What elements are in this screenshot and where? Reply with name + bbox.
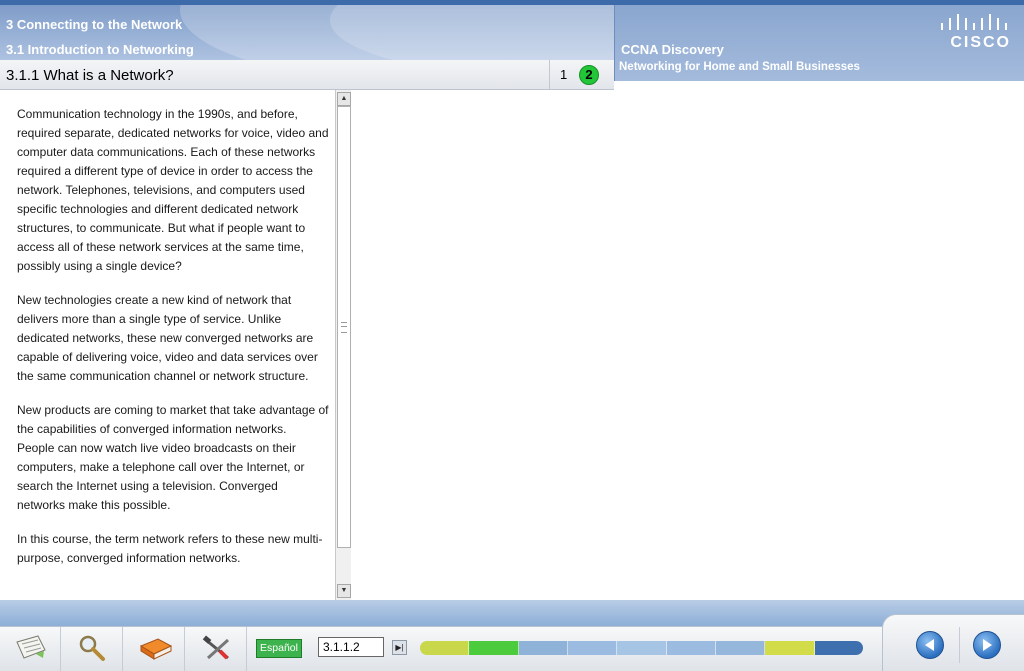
- brand-header: CISCO CCNA Discovery Networking for Home…: [614, 5, 1024, 81]
- nav-divider: [959, 627, 960, 663]
- arrow-left-icon: [925, 639, 934, 651]
- page-title-bar: 3.1.1 What is a Network? 1 2: [0, 60, 614, 90]
- language-button[interactable]: Español: [256, 639, 302, 658]
- search-icon: [79, 635, 105, 661]
- progress-bar[interactable]: [420, 641, 863, 655]
- arrow-right-icon: [983, 639, 992, 651]
- footer-toolbar: Español ▶|: [0, 626, 882, 671]
- section-title: 3.1 Introduction to Networking: [6, 42, 194, 57]
- progress-segment[interactable]: [765, 641, 815, 655]
- progress-segment[interactable]: [715, 641, 766, 655]
- glossary-book-icon: [139, 638, 173, 660]
- glossary-button[interactable]: [124, 627, 185, 671]
- page-number-input[interactable]: [318, 637, 384, 657]
- notes-button[interactable]: [0, 627, 61, 671]
- progress-segment[interactable]: [666, 641, 716, 655]
- previous-page-button[interactable]: [916, 631, 944, 659]
- page-navigation: [882, 614, 1024, 671]
- progress-segment[interactable]: [567, 641, 618, 655]
- course-subtitle: Networking for Home and Small Businesses: [619, 61, 860, 73]
- search-button[interactable]: [62, 627, 123, 671]
- scroll-thumb[interactable]: [337, 106, 351, 548]
- paragraph-2: New technologies create a new kind of ne…: [17, 293, 318, 383]
- paragraph-4: In this course, the term network refers …: [17, 532, 323, 565]
- progress-segment[interactable]: [469, 641, 519, 655]
- paragraph-1: Communication technology in the 1990s, a…: [17, 107, 329, 273]
- paragraph-3: New products are coming to market that t…: [17, 403, 329, 512]
- page-tab-1[interactable]: 1: [560, 67, 567, 82]
- tools-button[interactable]: [186, 627, 247, 671]
- content-panel: Communication technology in the 1990s, a…: [0, 90, 336, 600]
- chapter-title: 3 Connecting to the Network: [6, 17, 183, 32]
- page-tab-2-active[interactable]: 2: [579, 65, 599, 85]
- progress-segment[interactable]: [518, 641, 568, 655]
- next-page-button[interactable]: [973, 631, 1001, 659]
- page-title: 3.1.1 What is a Network?: [6, 67, 174, 84]
- grip-icon: [341, 322, 347, 333]
- course-header: 3 Connecting to the Network 3.1 Introduc…: [0, 5, 614, 60]
- progress-segment[interactable]: [617, 641, 667, 655]
- notes-icon: [16, 635, 46, 659]
- tools-icon: [202, 635, 230, 660]
- go-to-page-icon[interactable]: ▶|: [392, 640, 407, 655]
- progress-segment[interactable]: [814, 641, 863, 655]
- page-tabs: 1 2: [549, 60, 615, 89]
- content-scrollbar[interactable]: ▲ ▼: [335, 90, 351, 600]
- footer: Español ▶|: [0, 600, 1024, 671]
- progress-segment[interactable]: [420, 641, 470, 655]
- scroll-down-arrow-icon[interactable]: ▼: [337, 584, 351, 598]
- scroll-up-arrow-icon[interactable]: ▲: [337, 92, 351, 106]
- course-name: CCNA Discovery: [621, 42, 724, 57]
- cisco-wordmark: CISCO: [950, 34, 1011, 51]
